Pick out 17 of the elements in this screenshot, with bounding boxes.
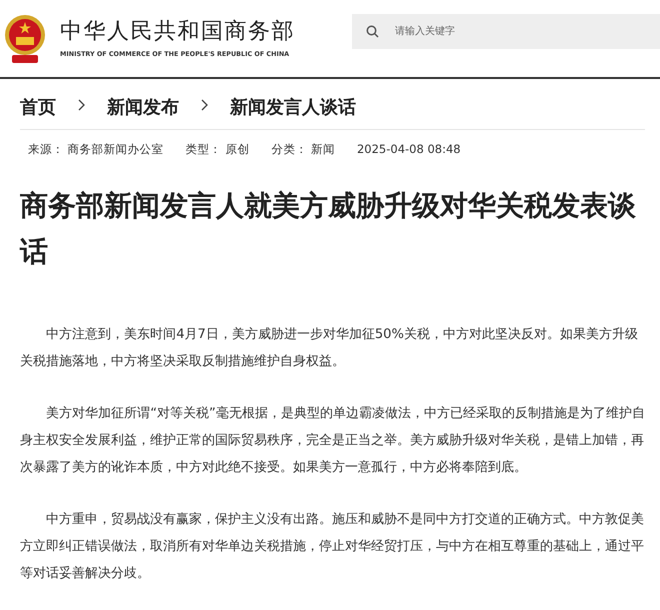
article-paragraph: 中方重申，贸易战没有赢家，保护主义没有出路。施压和威胁不是同中方打交道的正确方式。中方敦促美方立即纠正错误做法，取消所有对华单边关税措施，停止对华经贸打压，与中方在相互尊重的基础上，通过平等对话妥善解决分歧。	[20, 511, 646, 583]
breadcrumb-link[interactable]: 新闻发言人谈话	[230, 95, 356, 119]
breadcrumb-link[interactable]: 首页	[20, 95, 56, 119]
meta-text: 类型： 原创	[186, 142, 250, 157]
article-title: 商务部新闻发言人就美方威胁升级对华关税发表谈话	[20, 188, 637, 270]
breadcrumb-link[interactable]: 新闻发布	[107, 95, 179, 119]
search-bar[interactable]: 请输入关键字	[352, 14, 660, 49]
article-paragraph: 中方注意到，美东时间4月7日，美方威胁进一步对华加征50%关税，中方对此坚决反对。如果美方升级关税措施落地，中方将坚决采取反制措施维护自身权益。	[20, 326, 639, 371]
site-title: 中华人民共和国商务部	[60, 20, 295, 44]
meta-text: 2025-04-08 08:48	[356, 142, 461, 157]
article-paragraph: 美方对华加征所谓“对等关税”毫无根据，是典型的单边霸凌做法，中方已经采取的反制措施是为了维护自身主权安全发展利益，维护正常的国际贸易秩序，完全是正当之举。美方威胁升级对华关税，是错上加错，再次暴露了美方的讹诈本质，中方对此绝不接受。如果美方一意孤行，中方必将奉陪到底。	[20, 405, 646, 477]
chevron-icon	[78, 99, 85, 111]
search-icon	[366, 25, 379, 38]
chevron-icon	[201, 99, 208, 111]
meta-text: 来源： 商务部新闻办公室	[28, 142, 164, 157]
search-input[interactable]: 请输入关键字	[393, 25, 597, 38]
meta-text: 分类： 新闻	[271, 142, 335, 157]
